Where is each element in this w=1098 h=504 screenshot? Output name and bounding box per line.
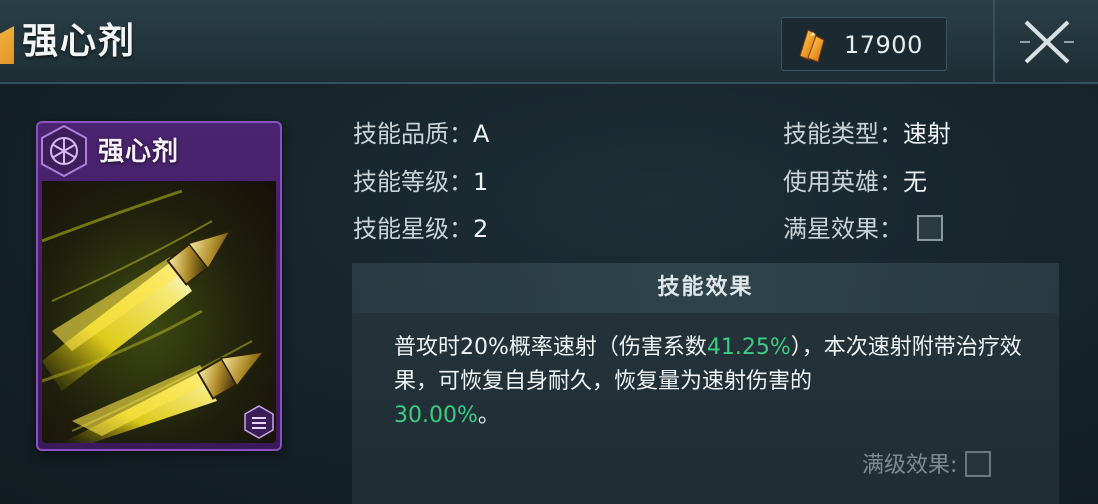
- card-title: 强心剂: [98, 137, 180, 167]
- maxlevel-checkbox[interactable]: [965, 451, 992, 477]
- skill-detail-screen: 强心剂 17900 强心剂 技能品质：A 技能等级：1 技能星级：2 技能类型：…: [0, 0, 1098, 504]
- hero-value: 无: [903, 168, 927, 196]
- quality-label: 技能品质：: [353, 120, 473, 148]
- header-bar: 强心剂 17900: [0, 0, 1098, 84]
- fullstar-checkbox[interactable]: [917, 215, 943, 241]
- close-icon: [1019, 20, 1074, 64]
- crystal-icon: [799, 29, 825, 63]
- rocket-projectile-art: [42, 181, 276, 443]
- type-value: 速射: [903, 120, 951, 148]
- effect-text-3: 。: [477, 403, 500, 428]
- maxlevel-row: 满级效果:: [862, 451, 992, 481]
- effect-title: 技能效果: [657, 275, 754, 300]
- star-row: 技能星级：2: [353, 214, 488, 244]
- hero-label: 使用英雄：: [783, 168, 903, 196]
- type-row: 技能类型：速射: [783, 119, 951, 149]
- effect-text-1: 普攻时20%概率速射（伤害系数: [394, 335, 707, 360]
- page-title: 强心剂: [22, 21, 137, 62]
- skill-type-hex-icon: [41, 124, 87, 178]
- level-label: 技能等级：: [353, 168, 473, 196]
- star-value: 2: [473, 215, 489, 243]
- fullstar-label: 满星效果：: [783, 215, 903, 243]
- close-button[interactable]: [993, 0, 1098, 84]
- fullstar-row: 满星效果：: [783, 214, 943, 244]
- level-value: 1: [473, 168, 489, 196]
- effect-header: 技能效果: [352, 263, 1059, 313]
- star-label: 技能星级：: [353, 215, 473, 243]
- level-row: 技能等级：1: [353, 167, 488, 197]
- effect-highlight-coefficient: 41.25%: [706, 335, 791, 360]
- effect-highlight-heal: 30.00%: [394, 403, 478, 428]
- currency-display[interactable]: 17900: [781, 17, 947, 71]
- maxlevel-label: 满级效果:: [862, 453, 958, 478]
- header-accent: [0, 26, 14, 64]
- hero-row: 使用英雄：无: [783, 167, 927, 197]
- skill-card: 强心剂: [36, 121, 282, 451]
- effect-description: 普攻时20%概率速射（伤害系数41.25%），本次速射附带治疗效果，可恢复自身耐…: [394, 331, 1034, 433]
- currency-value: 17900: [844, 31, 923, 59]
- card-badge-icon: [244, 405, 274, 439]
- quality-row: 技能品质：A: [353, 119, 489, 149]
- type-label: 技能类型：: [783, 120, 903, 148]
- quality-value: A: [473, 120, 490, 148]
- skill-effect-panel: 技能效果 普攻时20%概率速射（伤害系数41.25%），本次速射附带治疗效果，可…: [352, 263, 1059, 504]
